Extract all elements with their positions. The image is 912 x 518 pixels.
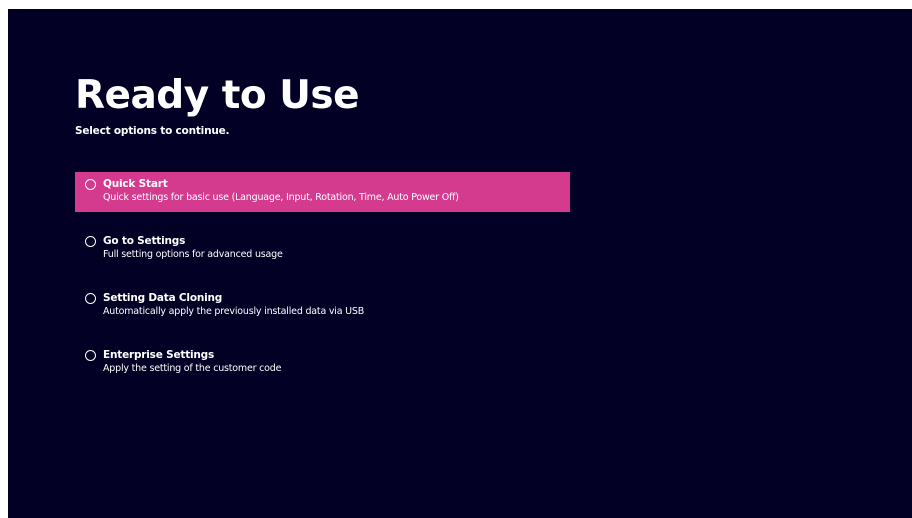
page-title: Ready to Use: [75, 73, 360, 118]
page-subtitle: Select options to continue.: [75, 125, 230, 137]
option-title: Enterprise Settings: [103, 349, 215, 361]
option-description: Full setting options for advanced usage: [103, 249, 283, 260]
option-description: Automatically apply the previously insta…: [103, 306, 365, 317]
option-title: Setting Data Cloning: [103, 292, 223, 304]
option-title: Quick Start: [103, 178, 168, 190]
radio-unchecked-icon[interactable]: [85, 293, 96, 304]
option-description: Quick settings for basic use (Language, …: [103, 192, 459, 203]
radio-unchecked-icon[interactable]: [85, 236, 96, 247]
radio-unchecked-icon[interactable]: [85, 179, 96, 190]
option-description: Apply the setting of the customer code: [103, 363, 282, 374]
options-list: Quick Start Quick settings for basic use…: [75, 172, 570, 400]
option-setting-data-cloning[interactable]: Setting Data Cloning Automatically apply…: [75, 286, 570, 326]
radio-unchecked-icon[interactable]: [85, 350, 96, 361]
setup-screen: Ready to Use Select options to continue.…: [8, 9, 912, 518]
option-title: Go to Settings: [103, 235, 186, 247]
option-quick-start[interactable]: Quick Start Quick settings for basic use…: [75, 172, 570, 212]
option-go-to-settings[interactable]: Go to Settings Full setting options for …: [75, 229, 570, 269]
option-enterprise-settings[interactable]: Enterprise Settings Apply the setting of…: [75, 343, 570, 383]
